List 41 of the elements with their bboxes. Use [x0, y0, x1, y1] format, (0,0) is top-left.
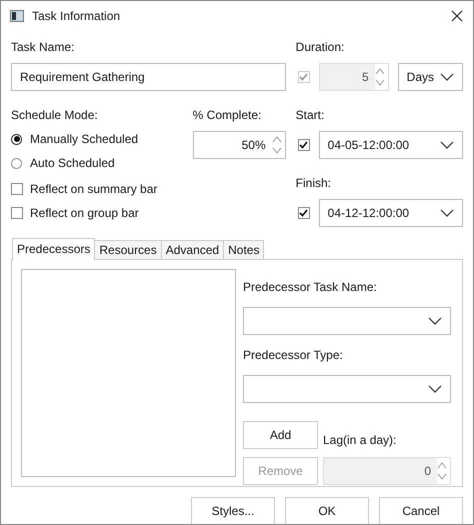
tab[interactable]: Notes — [223, 240, 264, 259]
date-dropdown[interactable]: 04-12-12:00:00 — [318, 199, 463, 227]
radio-button[interactable] — [11, 158, 22, 168]
checkbox[interactable] — [11, 207, 23, 219]
dialog-button[interactable]: OK — [285, 497, 369, 524]
tab[interactable]: Predecessors — [12, 238, 96, 260]
checkbox-label[interactable]: Reflect on group bar — [30, 206, 139, 220]
radio-label[interactable]: Manually Scheduled — [30, 132, 138, 146]
field-label: Duration: — [296, 39, 346, 55]
dialog-button[interactable]: Styles... — [191, 497, 275, 524]
field-label: Schedule Mode: — [11, 107, 99, 123]
close-icon[interactable] — [449, 8, 465, 24]
checkbox[interactable] — [298, 139, 310, 151]
chevron-down-icon — [428, 385, 442, 393]
field-label: Predecessor Type: — [243, 347, 344, 363]
dialog-button[interactable]: Cancel — [379, 497, 463, 524]
chevron-down-icon — [440, 73, 454, 81]
date-dropdown[interactable]: 04-05-12:00:00 — [318, 131, 463, 159]
window-title: Task Information — [32, 9, 122, 23]
window-icon — [10, 10, 24, 22]
checkbox[interactable] — [298, 207, 310, 219]
checkbox[interactable] — [11, 183, 23, 195]
radio-label[interactable]: Auto Scheduled — [30, 156, 115, 170]
radio-button[interactable] — [11, 134, 22, 144]
chevron-down-icon — [440, 141, 454, 149]
field-label: Task Name: — [11, 39, 76, 55]
dropdown[interactable] — [243, 307, 451, 335]
input-field[interactable]: Requirement Gathering — [11, 63, 286, 91]
field-label: Predecessor Task Name: — [243, 279, 378, 295]
tab[interactable]: Resources — [94, 240, 162, 259]
chevron-down-icon — [428, 317, 442, 325]
checkbox-label[interactable]: Reflect on summary bar — [30, 182, 158, 196]
field-label: Start: — [296, 107, 326, 123]
field-label: Finish: — [296, 175, 332, 191]
chevron-down-icon — [440, 209, 454, 217]
dropdown[interactable] — [243, 375, 451, 403]
spin-field[interactable]: 50% — [192, 131, 286, 159]
add-button[interactable]: Add — [243, 421, 318, 449]
tab[interactable]: Advanced — [160, 240, 224, 259]
field-label: % Complete: — [192, 107, 262, 123]
field-label: Lag(in a day): — [323, 433, 398, 449]
